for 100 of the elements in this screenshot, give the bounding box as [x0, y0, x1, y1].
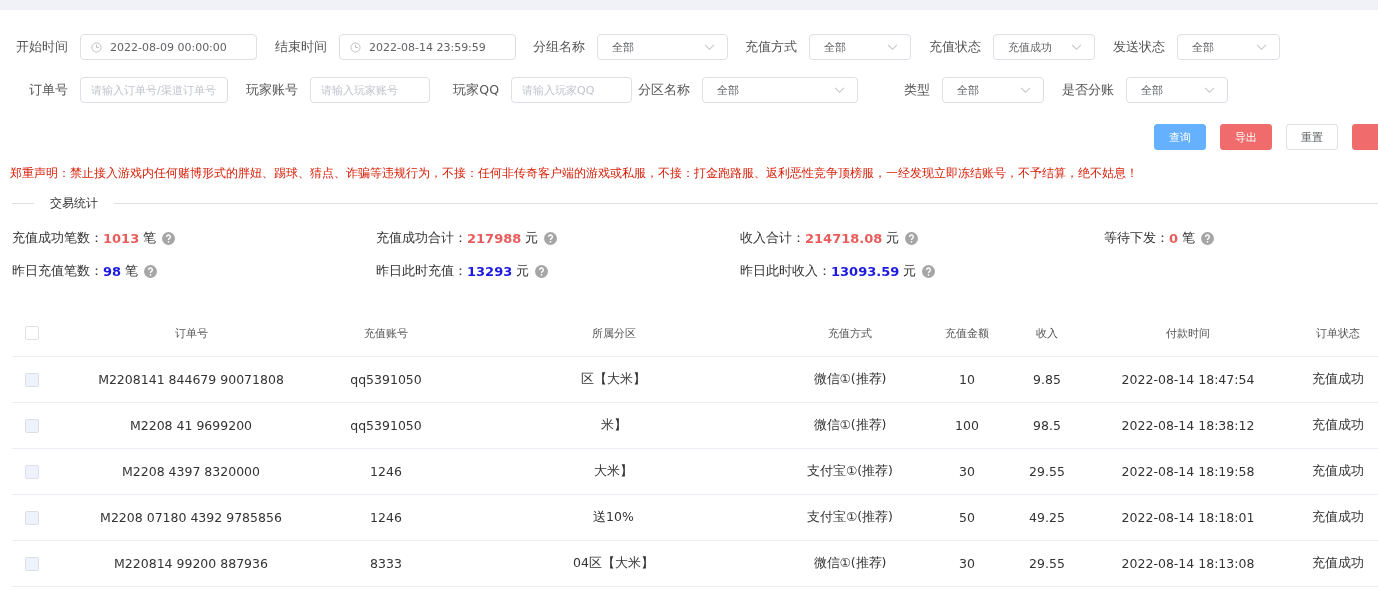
table-cell: 充值成功	[1312, 555, 1364, 572]
table-cell: 1246	[370, 464, 402, 479]
table-cell: 微信①(推荐)	[813, 371, 887, 388]
table-cell: 2022-08-14 18:18:01	[1121, 510, 1255, 525]
table-cell: 充值成功	[1312, 509, 1364, 526]
table-cell: 充值成功	[1312, 371, 1364, 388]
field-label: 是否分账	[1061, 81, 1114, 99]
field-label: 玩家账号	[245, 81, 298, 99]
stat-label: 昨日充值笔数：	[12, 263, 103, 280]
table-cell: 8333	[370, 556, 402, 571]
help-icon[interactable]	[1201, 232, 1215, 245]
stat-unit: 笔	[125, 263, 139, 280]
stat-unit: 笔	[1182, 230, 1196, 247]
chevron-down-icon	[1020, 86, 1031, 94]
table-cell: 98.5	[1033, 418, 1061, 433]
table-cell: 29.55	[1029, 464, 1065, 479]
table-cell: M2208 4397 8320000	[122, 464, 260, 479]
action-button[interactable]: 重置	[1286, 124, 1338, 150]
table-cell: 04区【大米】	[573, 555, 654, 572]
table-cell: qq5391050	[350, 418, 422, 433]
table-cell: M2208 41 9699200	[129, 418, 253, 433]
table-cell: 2022-08-14 18:38:12	[1121, 418, 1255, 433]
table-cell: 支付宝①(推荐)	[807, 509, 893, 526]
table-cell: 100	[955, 418, 979, 433]
checkbox[interactable]	[25, 510, 39, 525]
date-field[interactable]: 2022-08-14 23:59:59	[339, 34, 516, 60]
table-cell: 支付宝①(推荐)	[807, 463, 893, 480]
table-cell: 2022-08-14 18:13:08	[1121, 556, 1255, 571]
select-field[interactable]: 全部	[809, 34, 911, 60]
column-header: 充值方式	[828, 325, 872, 341]
table-cell: M220814 99200 887936	[114, 556, 268, 571]
stat-value: 98	[103, 264, 122, 279]
help-icon[interactable]	[544, 232, 558, 245]
field-label: 玩家QQ	[452, 81, 499, 99]
stat-unit: 元	[886, 230, 900, 247]
notice-text: 郑重声明：禁止接入游戏内任何赌博形式的胖妞、踢球、猜点、诈骗等违规行为，不接：任何非传奇客户端的游戏或私服，不接：打金跑路服、返利恶性竞争顶榜服，一经发现立即冻结账号，不予结算，绝不姑息！	[10, 166, 1139, 181]
checkbox[interactable]	[25, 326, 39, 340]
stat-value: 1013	[103, 231, 140, 246]
table-cell: 充值成功	[1312, 417, 1364, 434]
field-label: 充值方式	[744, 38, 797, 56]
stat-unit: 元	[903, 263, 917, 280]
chevron-down-icon	[1256, 43, 1267, 51]
stat-label: 收入合计：	[740, 230, 805, 247]
stat-label: 昨日此时充值：	[376, 263, 467, 280]
clock-icon	[91, 41, 102, 53]
section-title: 交易统计	[49, 195, 99, 212]
help-icon[interactable]	[162, 232, 176, 245]
table-cell: 2022-08-14 18:47:54	[1121, 372, 1255, 387]
help-icon[interactable]	[905, 232, 919, 245]
select-field[interactable]: 全部	[702, 77, 858, 103]
table-cell: qq5391050	[350, 372, 422, 387]
help-icon[interactable]	[922, 265, 936, 278]
field-label: 开始时间	[15, 38, 68, 56]
table-cell: 2022-08-14 18:19:58	[1121, 464, 1255, 479]
field-label: 类型	[903, 81, 930, 99]
table-cell: 49.25	[1029, 510, 1065, 525]
table-cell: M2208141 844679 90071808	[98, 372, 284, 387]
field-label: 发送状态	[1112, 38, 1165, 56]
table-cell: 送10%	[593, 509, 634, 526]
stat-unit: 元	[525, 230, 539, 247]
select-field[interactable]: 充值成功	[993, 34, 1095, 60]
column-header: 收入	[1036, 325, 1058, 341]
table-cell: 大米】	[594, 463, 633, 480]
table-cell: 10	[959, 372, 975, 387]
field-label: 订单号	[28, 81, 68, 99]
chevron-down-icon	[834, 86, 845, 94]
column-header: 所属分区	[591, 325, 636, 341]
help-icon[interactable]	[535, 265, 549, 278]
table-cell: 30	[959, 556, 975, 571]
stat-label: 充值成功合计：	[376, 230, 467, 247]
table-cell: 1246	[370, 510, 402, 525]
table-cell: M2208 07180 4392 9785856	[100, 510, 282, 525]
column-header: 充值账号	[364, 325, 408, 341]
checkbox[interactable]	[25, 418, 39, 433]
select-field[interactable]: 全部	[1126, 77, 1228, 103]
table-cell: 米】	[600, 417, 627, 434]
checkbox[interactable]	[25, 464, 39, 479]
stat-value: 13293	[467, 264, 513, 279]
field-label: 分区名称	[637, 81, 690, 99]
stat-value: 217988	[467, 231, 522, 246]
date-field[interactable]: 2022-08-09 00:00:00	[80, 34, 257, 60]
table-cell: 9.85	[1033, 372, 1061, 387]
field-label: 充值状态	[928, 38, 981, 56]
stat-value: 0	[1169, 231, 1179, 246]
table-cell: 50	[959, 510, 975, 525]
select-field[interactable]: 全部	[1177, 34, 1280, 60]
checkbox[interactable]	[25, 556, 39, 571]
table-cell: 微信①(推荐)	[813, 417, 887, 434]
select-field[interactable]: 全部	[942, 77, 1044, 103]
column-header: 订单状态	[1316, 325, 1360, 341]
column-header: 订单号	[174, 325, 208, 341]
field-label: 分组名称	[532, 38, 585, 56]
stat-label: 昨日此时收入：	[740, 263, 831, 280]
table-cell: 充值成功	[1312, 463, 1364, 480]
column-header: 付款时间	[1166, 325, 1210, 341]
chevron-down-icon	[704, 43, 715, 51]
clock-icon	[350, 41, 361, 53]
help-icon[interactable]	[144, 265, 158, 278]
checkbox[interactable]	[25, 372, 39, 387]
select-field[interactable]: 全部	[597, 34, 728, 60]
